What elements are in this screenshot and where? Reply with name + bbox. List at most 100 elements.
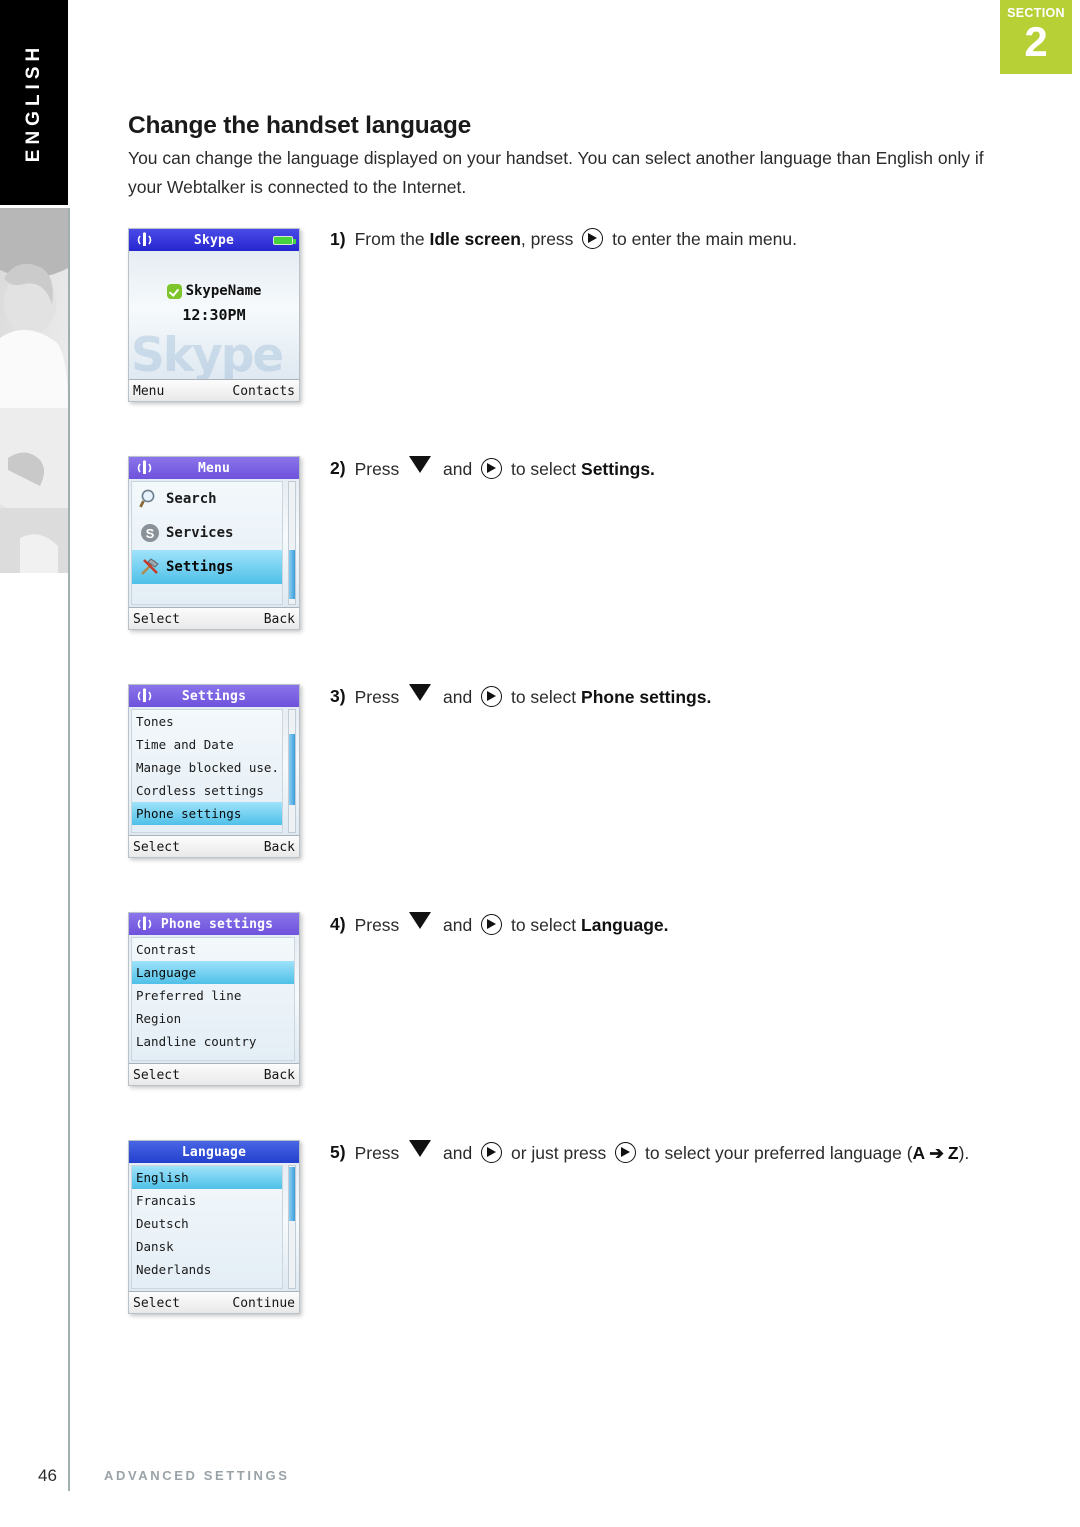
list-item[interactable]: Dansk [132, 1235, 282, 1258]
softkey-left[interactable]: Select [133, 1296, 180, 1311]
list-item-label: Region [136, 1011, 182, 1026]
softkey-left[interactable]: Menu [133, 384, 164, 399]
step-4: 4) Press and to select Language. [330, 912, 669, 936]
nav-right-icon-secondary [615, 1142, 637, 1163]
signal-antenna-icon [134, 460, 156, 476]
step-5: 5) Press and or just press to select you… [330, 1140, 969, 1164]
signal-antenna-icon [134, 916, 156, 932]
softkey-right[interactable]: Back [264, 1068, 295, 1083]
language-list: English Francais Deutsch Dansk Nederland… [131, 1165, 283, 1289]
list-item[interactable]: Nederlands [132, 1258, 282, 1281]
list-item-selected[interactable]: Language [132, 961, 294, 984]
softkey-right[interactable]: Contacts [232, 384, 295, 399]
step-4-bold: Language. [581, 915, 669, 935]
footer-section-label: ADVANCED SETTINGS [104, 1468, 290, 1483]
footer-divider [68, 1455, 70, 1491]
list-item-label: Phone settings [136, 806, 242, 821]
softkey-right[interactable]: Back [264, 840, 295, 855]
screen-title: Language [181, 1144, 247, 1160]
list-item[interactable]: Cordless settings [132, 779, 282, 802]
list-item[interactable]: Contrast [132, 938, 294, 961]
down-arrow-icon [409, 684, 432, 701]
list-item-label: Search [166, 491, 217, 507]
list-item-label: Nederlands [136, 1262, 212, 1277]
list-item-label: Cordless settings [136, 783, 264, 798]
list-item[interactable]: Region [132, 1007, 294, 1030]
softkey-left[interactable]: Select [133, 1068, 180, 1083]
step-2-number: 2) [330, 457, 346, 478]
phone-settings-screen-screenshot: Phone settings Contrast Language Preferr… [128, 912, 300, 1086]
step-2-mid: and [438, 459, 478, 479]
section-tab-number: 2 [1024, 18, 1048, 65]
softkey-left[interactable]: Select [133, 840, 180, 855]
menu-screen-screenshot: Menu Search S Services Settings Select B… [128, 456, 300, 630]
list-item-label: Manage blocked use... [136, 760, 282, 775]
list-item[interactable]: Deutsch [132, 1212, 282, 1235]
nav-right-icon [481, 686, 503, 707]
signal-antenna-icon [134, 688, 156, 704]
nav-right-icon [481, 458, 503, 479]
scrollbar-thumb[interactable] [289, 734, 295, 806]
step-2-post: to select [506, 459, 582, 479]
list-item-selected[interactable]: Phone settings [132, 802, 282, 825]
step-3-number: 3) [330, 685, 346, 706]
screen-body: Search S Services Settings [129, 479, 299, 607]
step-1-mid: , press [520, 229, 579, 249]
list-item[interactable]: Tones [132, 710, 282, 733]
step-4-post: to select [506, 915, 582, 935]
skype-s-icon: S [139, 522, 161, 544]
list-item-label: Deutsch [136, 1216, 189, 1231]
language-screen-screenshot: Language English Francais Deutsch Dansk … [128, 1140, 300, 1314]
list-item[interactable]: Manage blocked use... [132, 756, 282, 779]
step-3-mid: and [438, 687, 478, 707]
phone-settings-list: Contrast Language Preferred line Region … [131, 937, 295, 1061]
list-item-label: Francais [136, 1193, 197, 1208]
step-4-pre: Press [354, 915, 405, 935]
screen-title-bar: Skype [129, 229, 299, 251]
scrollbar-thumb[interactable] [289, 1167, 295, 1221]
step-4-number: 4) [330, 913, 346, 934]
softkey-right[interactable]: Back [264, 612, 295, 627]
softkey-left[interactable]: Select [133, 612, 180, 627]
list-item[interactable]: Landline country [132, 1030, 294, 1053]
screen-title-bar: Settings [129, 685, 299, 707]
step-5-range-a: A [912, 1143, 926, 1163]
nav-right-icon [481, 1142, 503, 1163]
nav-right-icon [582, 228, 604, 249]
settings-list: Tones Time and Date Manage blocked use..… [131, 709, 283, 833]
step-4-mid: and [438, 915, 478, 935]
skype-watermark: Skype [131, 328, 284, 379]
scrollbar[interactable] [288, 1165, 296, 1289]
scrollbar[interactable] [288, 481, 296, 605]
softkey-bar: Menu Contacts [129, 379, 299, 401]
list-item-selected[interactable]: Settings [132, 550, 282, 584]
list-item-label: Contrast [136, 942, 197, 957]
step-3-post: to select [506, 687, 582, 707]
screen-title-bar: Language [129, 1141, 299, 1163]
step-5-post2: to select your preferred language ( [640, 1143, 913, 1163]
step-3-bold: Phone settings. [581, 687, 712, 707]
screen-body: Skype SkypeName 12:30PM [129, 251, 299, 379]
list-item[interactable]: S Services [132, 516, 282, 550]
tools-hammer-icon [139, 556, 161, 578]
step-5-pre: Press [354, 1143, 405, 1163]
nav-right-icon [481, 914, 503, 935]
list-item[interactable]: Francais [132, 1189, 282, 1212]
softkey-bar: Select Back [129, 1063, 299, 1085]
list-item[interactable]: Preferred line [132, 984, 294, 1007]
list-item-label: Tones [136, 714, 174, 729]
list-item[interactable]: Time and Date [132, 733, 282, 756]
step-1-pre: From the [354, 229, 430, 249]
step-5-post3: ). [958, 1143, 970, 1163]
down-arrow-icon [409, 1140, 432, 1157]
scrollbar-thumb[interactable] [289, 550, 295, 600]
battery-full-icon [273, 236, 296, 245]
list-item[interactable]: Search [132, 482, 282, 516]
list-item-selected[interactable]: English [132, 1166, 282, 1189]
softkey-right[interactable]: Continue [232, 1296, 295, 1311]
list-item-label: Settings [166, 559, 234, 575]
magnifier-icon [139, 488, 161, 510]
step-5-post: or just press [506, 1143, 612, 1163]
sidebar-divider [68, 208, 70, 1483]
scrollbar[interactable] [288, 709, 296, 833]
